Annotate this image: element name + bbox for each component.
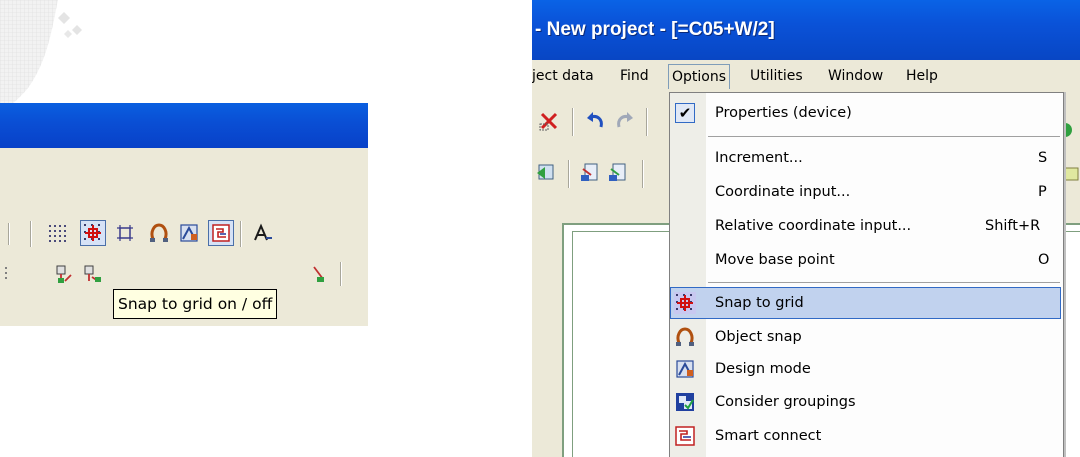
menu-item-shortcut: S [1038,150,1048,166]
menu-separator [708,136,1060,137]
menu-bar: ject data Find Options Utilities Window … [532,61,1080,91]
menu-label: Options [672,69,727,85]
object-frame-icon[interactable] [112,220,138,246]
snap-tooltip: Snap to grid on / off [113,289,278,319]
toolbar-row-2 [0,259,368,289]
toolbar-separator [568,160,569,188]
menu-item-relative-coordinate-input[interactable]: Relative coordinate input... Shift+R [670,210,1061,242]
toolbar-grip-icon [2,261,14,287]
toolbar-separator [240,221,241,247]
design-mode-icon [676,360,694,378]
smart-connect-icon [212,224,230,242]
toolbar-separator [30,221,31,247]
menu-item-shortcut: P [1038,184,1047,200]
toolbar-row-1 [0,217,368,249]
menu-separator [708,282,1060,283]
menu-item-label: Object snap [715,329,802,345]
menu-item-coordinate-input[interactable]: Coordinate input... P [670,176,1061,208]
menu-item-shortcut: O [1038,252,1050,268]
smart-connect-button[interactable] [208,220,234,246]
menu-item-object-snap[interactable]: Object snap [670,321,1061,353]
left-toolbar-snippet: Snap to grid on / off [0,103,368,326]
menu-label: ject data [532,68,594,84]
menu-item-properties-device[interactable]: ✔ Properties (device) [670,97,1061,129]
right-window-snippet: - New project - [=C05+W/2] ject data Fin… [532,0,1080,457]
device-symbol-2-icon[interactable] [80,261,106,287]
menu-label: Utilities [750,68,803,84]
menu-window[interactable]: Window [828,61,883,91]
menu-help[interactable]: Help [906,61,938,91]
menu-item-increment[interactable]: Increment... S [670,142,1061,174]
menu-item-label: Snap to grid [715,295,804,311]
menu-item-label: Increment... [715,150,803,166]
menu-item-label: Design mode [715,361,811,377]
menu-item-smart-connect[interactable]: Smart connect [670,420,1061,452]
toolbar-separator [340,262,341,286]
menu-utilities[interactable]: Utilities [750,61,803,91]
toolbar-separator [572,108,573,136]
page-navigator-2-icon[interactable] [606,160,632,186]
toolbar-grip [8,223,9,245]
menu-item-snap-to-grid[interactable]: Snap to grid [670,287,1061,319]
checkmark-icon: ✔ [675,103,695,123]
menu-item-design-mode[interactable]: Design mode [670,353,1061,385]
right-toolbar-row-2 [532,156,672,192]
window-title: - New project - [=C05+W/2] [532,0,1080,60]
menu-label: Find [620,68,649,84]
consider-groupings-icon [676,393,694,411]
menu-item-consider-groupings[interactable]: Consider groupings [670,386,1061,418]
menu-item-label: Properties (device) [715,105,852,121]
left-title-bar [0,103,368,148]
menu-options[interactable]: Options [668,64,731,89]
snap-to-grid-icon [674,292,696,314]
device-navigator-icon[interactable] [534,160,560,186]
menu-item-shortcut: Shift+R [985,218,1041,234]
right-toolbar-row-1 [532,104,672,140]
menu-label: Help [906,68,938,84]
watermark-graphic [0,0,82,112]
snap-to-grid-icon [84,224,101,241]
smart-connect-icon [675,426,695,446]
options-menu: ✔ Properties (device) Increment... S Coo… [669,92,1064,457]
text-tool-icon[interactable] [252,220,272,246]
menu-item-label: Consider groupings [715,394,856,410]
toolbar-separator [646,108,647,136]
page-navigator-icon[interactable] [578,160,604,186]
menu-find[interactable]: Find [620,61,649,91]
menu-item-label: Coordinate input... [715,184,851,200]
menu-item-label: Smart connect [715,428,822,444]
design-mode-icon[interactable] [176,220,202,246]
snap-to-grid-button[interactable] [80,220,106,246]
menu-project-data[interactable]: ject data [532,61,594,91]
redo-icon[interactable] [612,108,638,134]
device-symbol-3-icon[interactable] [311,261,327,287]
object-snap-icon[interactable] [146,220,172,246]
menu-item-move-base-point[interactable]: Move base point O [670,244,1061,276]
object-snap-icon [676,327,694,346]
menu-item-label: Relative coordinate input... [715,218,912,234]
menu-label: Window [828,68,884,84]
delete-icon[interactable] [536,108,562,134]
undo-icon[interactable] [582,108,608,134]
grid-dots-icon[interactable] [44,220,70,246]
toolbar-separator [642,160,643,188]
device-symbol-icon[interactable] [52,261,78,287]
menu-item-label: Move base point [715,252,835,268]
